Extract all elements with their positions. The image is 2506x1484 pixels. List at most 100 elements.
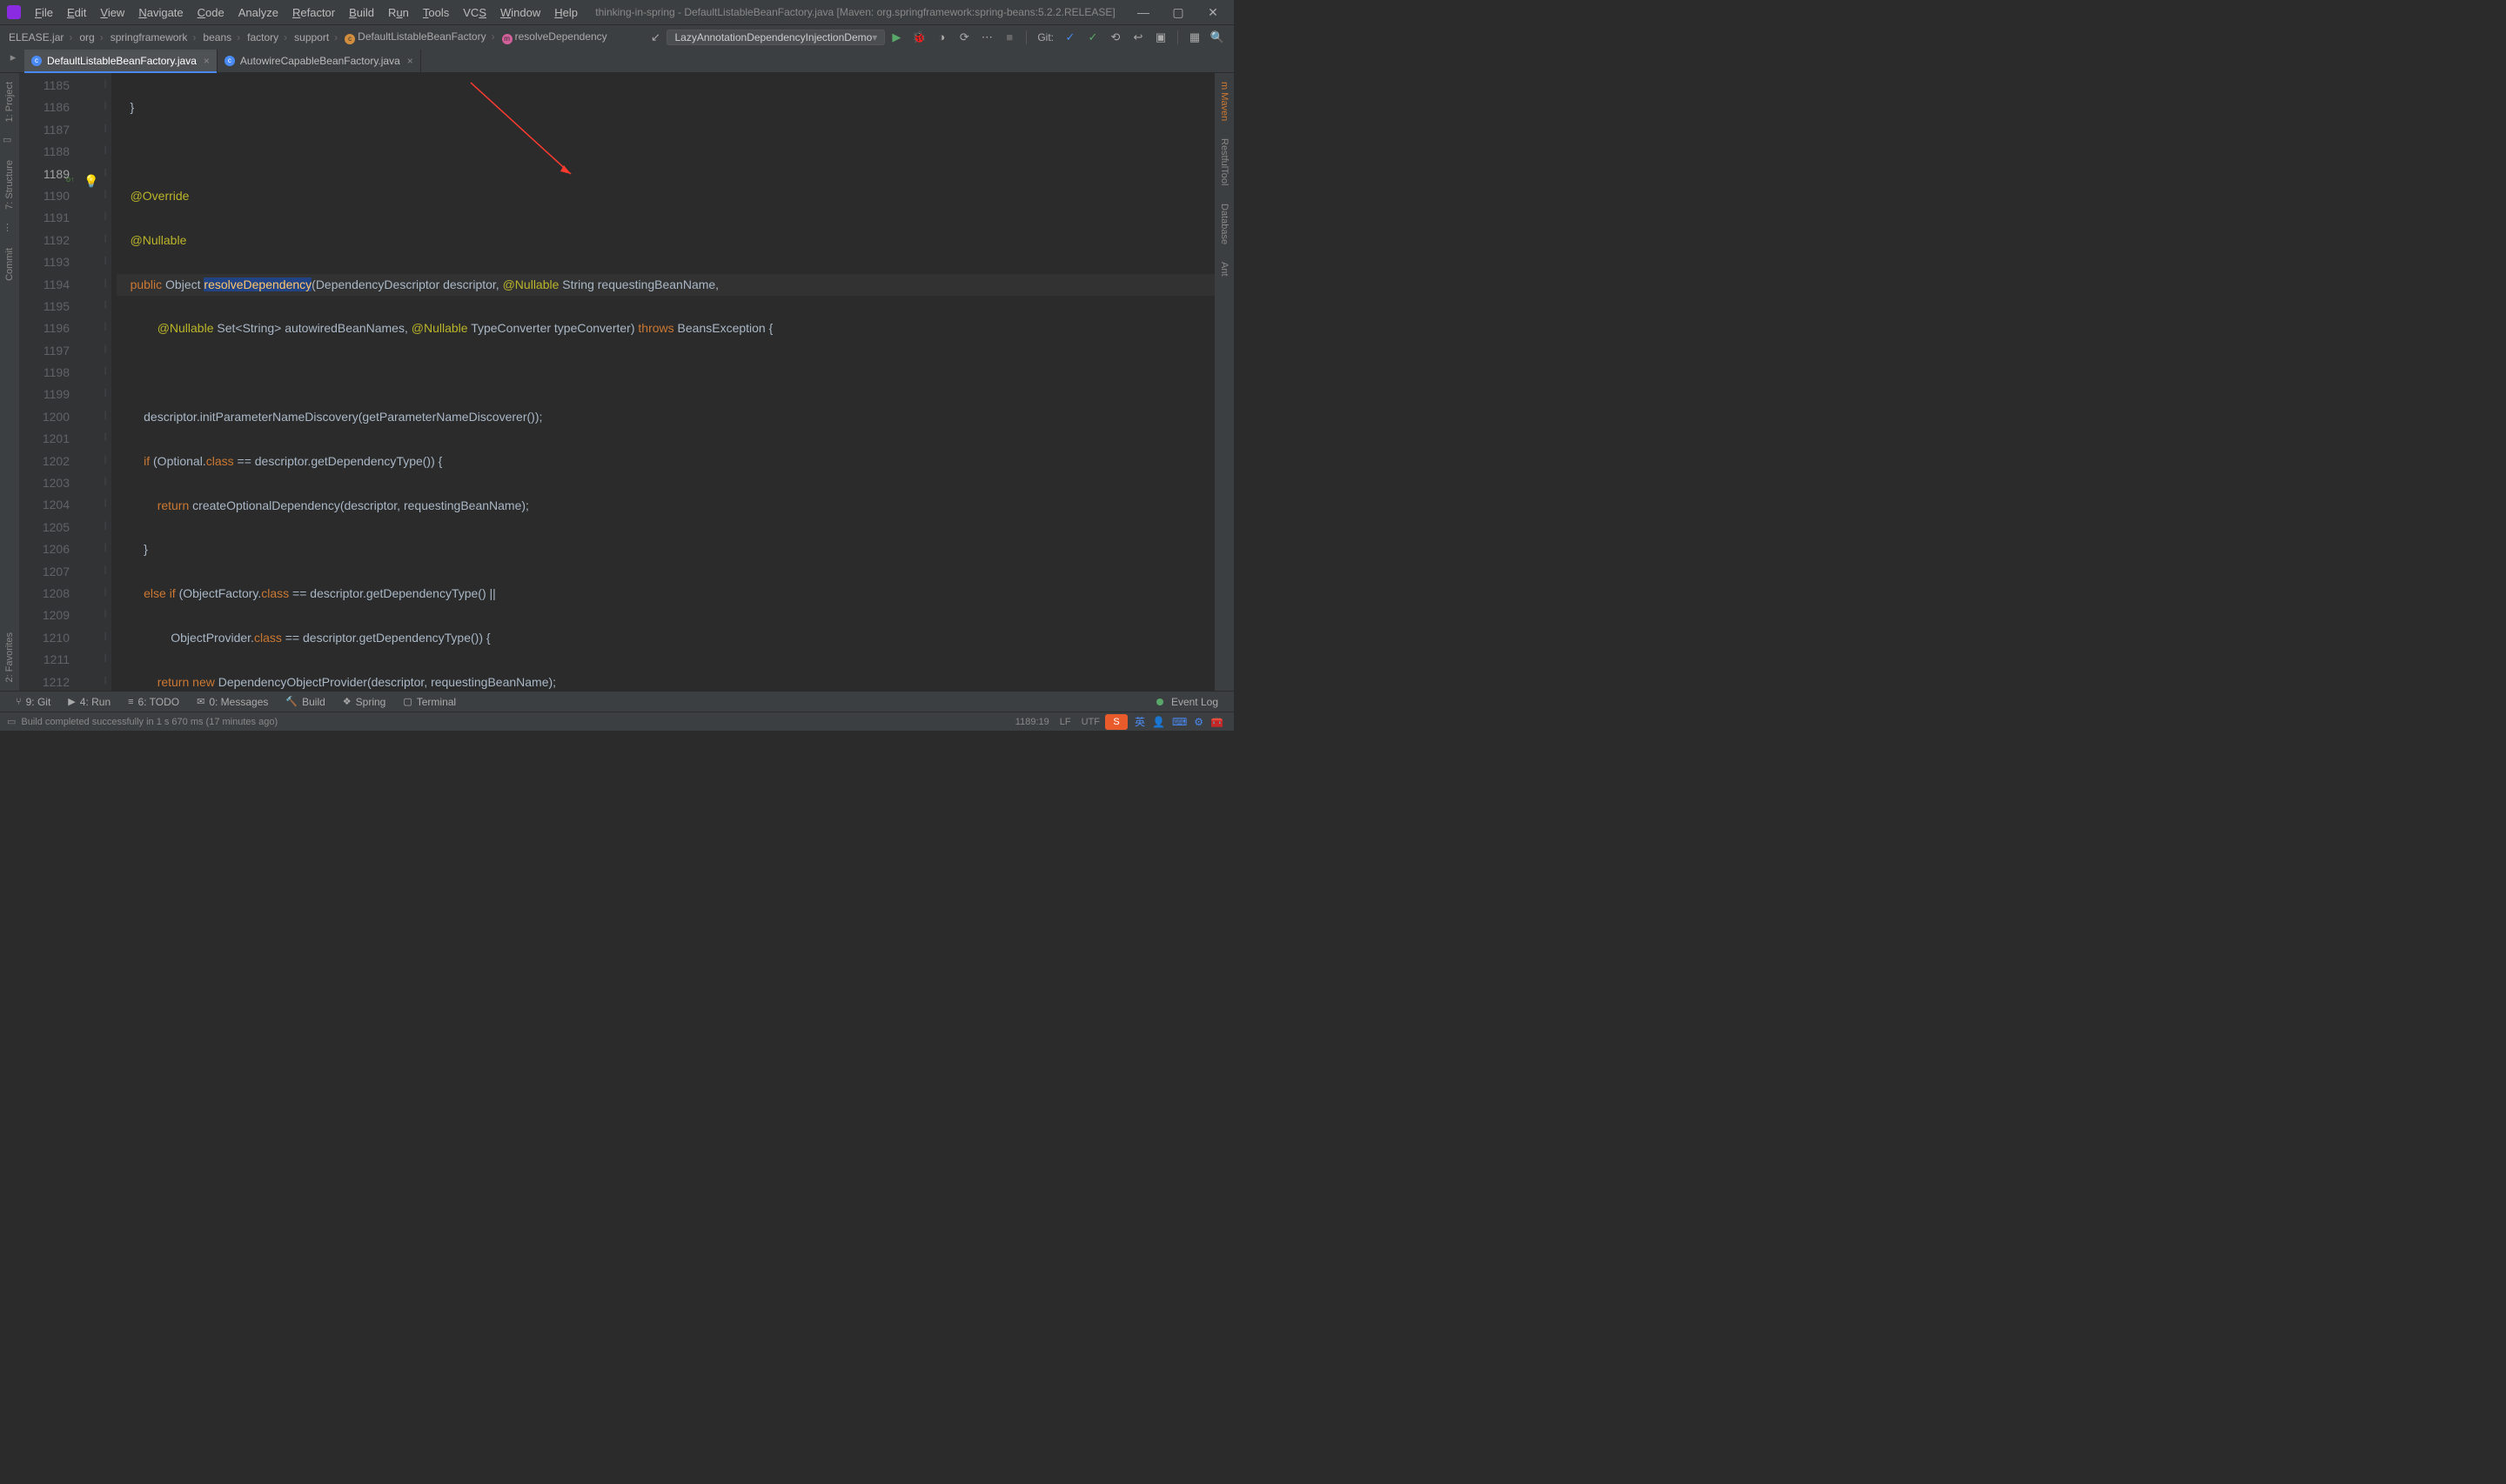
- run-icon[interactable]: ▶: [887, 30, 906, 44]
- terminal-icon: ▢: [403, 696, 412, 707]
- structure-icon[interactable]: ⋮: [3, 222, 17, 236]
- crumb-jar[interactable]: ELEASE.jar: [5, 31, 76, 43]
- spring-icon: ❖: [343, 696, 352, 707]
- run-icon: ▶: [68, 696, 75, 707]
- run-config-combo[interactable]: LazyAnnotationDependencyInjectionDemo: [667, 30, 885, 45]
- menu-code[interactable]: Code: [191, 6, 231, 19]
- folder-icon[interactable]: ▭: [3, 134, 17, 148]
- tool-favorites[interactable]: 2: Favorites: [4, 624, 15, 691]
- class-icon: c: [345, 34, 355, 44]
- ime-person-icon[interactable]: 👤: [1149, 716, 1169, 728]
- event-log[interactable]: Event Log: [1148, 696, 1227, 708]
- file-encoding[interactable]: UTF: [1076, 717, 1105, 727]
- right-tool-strip: m Maven RestfulTool Database Ant: [1215, 73, 1234, 691]
- debug-icon[interactable]: 🐞: [909, 30, 928, 44]
- branch-icon: ⑂: [16, 697, 22, 707]
- editor-tab-row: ▸ c DefaultListableBeanFactory.java × c …: [0, 49, 1234, 73]
- intention-bulb-icon[interactable]: 💡: [84, 170, 98, 192]
- tab-autowirecapablebeanfactory[interactable]: c AutowireCapableBeanFactory.java ×: [218, 50, 421, 72]
- tool-spring[interactable]: ❖Spring: [334, 696, 395, 708]
- crumb-support[interactable]: support: [291, 31, 341, 43]
- caret-position[interactable]: 1189:19: [1010, 717, 1055, 727]
- tool-structure[interactable]: 7: Structure: [4, 151, 15, 218]
- list-icon: ≡: [128, 697, 133, 707]
- tool-project[interactable]: 1: Project: [4, 73, 15, 130]
- override-icon[interactable]: o↑: [66, 169, 75, 191]
- ime-keyboard-icon[interactable]: ⌨: [1169, 716, 1190, 728]
- tool-database[interactable]: Database: [1219, 195, 1230, 253]
- tool-restful[interactable]: RestfulTool: [1219, 130, 1230, 194]
- ime-toolbox-icon[interactable]: 🧰: [1207, 716, 1227, 728]
- menu-refactor[interactable]: Refactor: [285, 6, 342, 19]
- ime-lang[interactable]: 英: [1131, 714, 1149, 729]
- tool-git[interactable]: ⑂9: Git: [7, 696, 59, 708]
- java-class-icon: c: [31, 56, 42, 66]
- update-icon[interactable]: ✓: [1061, 30, 1080, 44]
- stop-icon[interactable]: ■: [1000, 30, 1019, 43]
- code-editor[interactable]: 1185118611871188118911901191119211931194…: [19, 73, 1234, 691]
- maximize-button[interactable]: ▢: [1161, 5, 1196, 20]
- ide-settings-icon[interactable]: ▦: [1185, 30, 1204, 44]
- menu-tools[interactable]: Tools: [416, 6, 456, 19]
- menu-analyze[interactable]: Analyze: [231, 6, 285, 19]
- push-icon[interactable]: ▣: [1151, 30, 1170, 44]
- crumb-beans[interactable]: beans: [199, 31, 244, 43]
- crumb-org[interactable]: org: [76, 31, 106, 43]
- menu-view[interactable]: View: [93, 6, 131, 19]
- window-title: thinking-in-spring - DefaultListableBean…: [585, 6, 1126, 18]
- menu-help[interactable]: Help: [547, 6, 585, 19]
- git-label: Git:: [1037, 31, 1054, 43]
- left-tool-strip: 1: Project ▭ 7: Structure ⋮ Commit 2: Fa…: [0, 73, 19, 691]
- method-icon: m: [502, 34, 513, 44]
- close-tab-icon[interactable]: ×: [407, 55, 413, 67]
- fold-column[interactable]: [99, 73, 111, 691]
- menu-edit[interactable]: Edit: [60, 6, 93, 19]
- menu-vcs[interactable]: VCS: [456, 6, 493, 19]
- line-separator[interactable]: LF: [1055, 717, 1076, 727]
- status-message: Build completed successfully in 1 s 670 …: [21, 717, 278, 727]
- tab-defaultlistablebeanfactory[interactable]: c DefaultListableBeanFactory.java ×: [24, 50, 218, 72]
- tool-build[interactable]: 🔨Build: [277, 696, 333, 708]
- profile-icon[interactable]: ⟳: [955, 30, 974, 44]
- tool-ant[interactable]: Ant: [1219, 253, 1230, 285]
- menu-bar: File Edit View Navigate Code Analyze Ref…: [0, 0, 1234, 24]
- code-area[interactable]: } @Override @Nullable public Object reso…: [111, 73, 1223, 691]
- attach-icon[interactable]: ⋯: [977, 30, 996, 44]
- tool-terminal[interactable]: ▢Terminal: [394, 696, 465, 708]
- status-icon[interactable]: ▭: [7, 716, 16, 727]
- coverage-icon[interactable]: ◑: [932, 30, 951, 43]
- tool-maven[interactable]: m Maven: [1219, 73, 1230, 130]
- ime-sogou-icon[interactable]: S: [1105, 714, 1128, 730]
- commit-icon[interactable]: ✓: [1083, 30, 1102, 44]
- search-everywhere-icon[interactable]: 🔍: [1208, 30, 1227, 44]
- menu-window[interactable]: Window: [493, 6, 547, 19]
- revert-icon[interactable]: ↩: [1129, 30, 1148, 44]
- tool-messages[interactable]: ✉0: Messages: [188, 696, 277, 708]
- ime-settings-icon[interactable]: ⚙: [1190, 716, 1207, 728]
- crumb-springframework[interactable]: springframework: [107, 31, 200, 43]
- back-icon[interactable]: ↙: [646, 30, 665, 44]
- crumb-factory[interactable]: factory: [244, 31, 291, 43]
- close-tab-icon[interactable]: ×: [204, 55, 210, 67]
- tool-commit[interactable]: Commit: [4, 239, 15, 290]
- close-button[interactable]: ✕: [1196, 5, 1230, 20]
- minimize-button[interactable]: —: [1126, 5, 1161, 19]
- history-icon[interactable]: ⟲: [1106, 30, 1125, 44]
- tool-run[interactable]: ▶4: Run: [59, 696, 119, 708]
- crumb-method[interactable]: mresolveDependency: [499, 30, 611, 44]
- hammer-icon: 🔨: [285, 696, 298, 707]
- status-bar: ▭ Build completed successfully in 1 s 67…: [0, 712, 1234, 731]
- line-numbers: 1185118611871188118911901191119211931194…: [19, 73, 82, 691]
- menu-navigate[interactable]: Navigate: [131, 6, 190, 19]
- tab-label: AutowireCapableBeanFactory.java: [240, 55, 400, 67]
- tab-label: DefaultListableBeanFactory.java: [47, 55, 197, 67]
- main-area: 1: Project ▭ 7: Structure ⋮ Commit 2: Fa…: [0, 73, 1234, 691]
- bottom-tool-bar: ⑂9: Git ▶4: Run ≡6: TODO ✉0: Messages 🔨B…: [0, 691, 1234, 712]
- menu-file[interactable]: File: [28, 6, 60, 19]
- project-tool-icon[interactable]: ▸: [3, 50, 23, 70]
- crumb-class[interactable]: cDefaultListableBeanFactory: [341, 30, 498, 44]
- annotation-arrow: [466, 78, 580, 183]
- menu-run[interactable]: Run: [381, 6, 416, 19]
- menu-build[interactable]: Build: [342, 6, 381, 19]
- tool-todo[interactable]: ≡6: TODO: [119, 696, 188, 708]
